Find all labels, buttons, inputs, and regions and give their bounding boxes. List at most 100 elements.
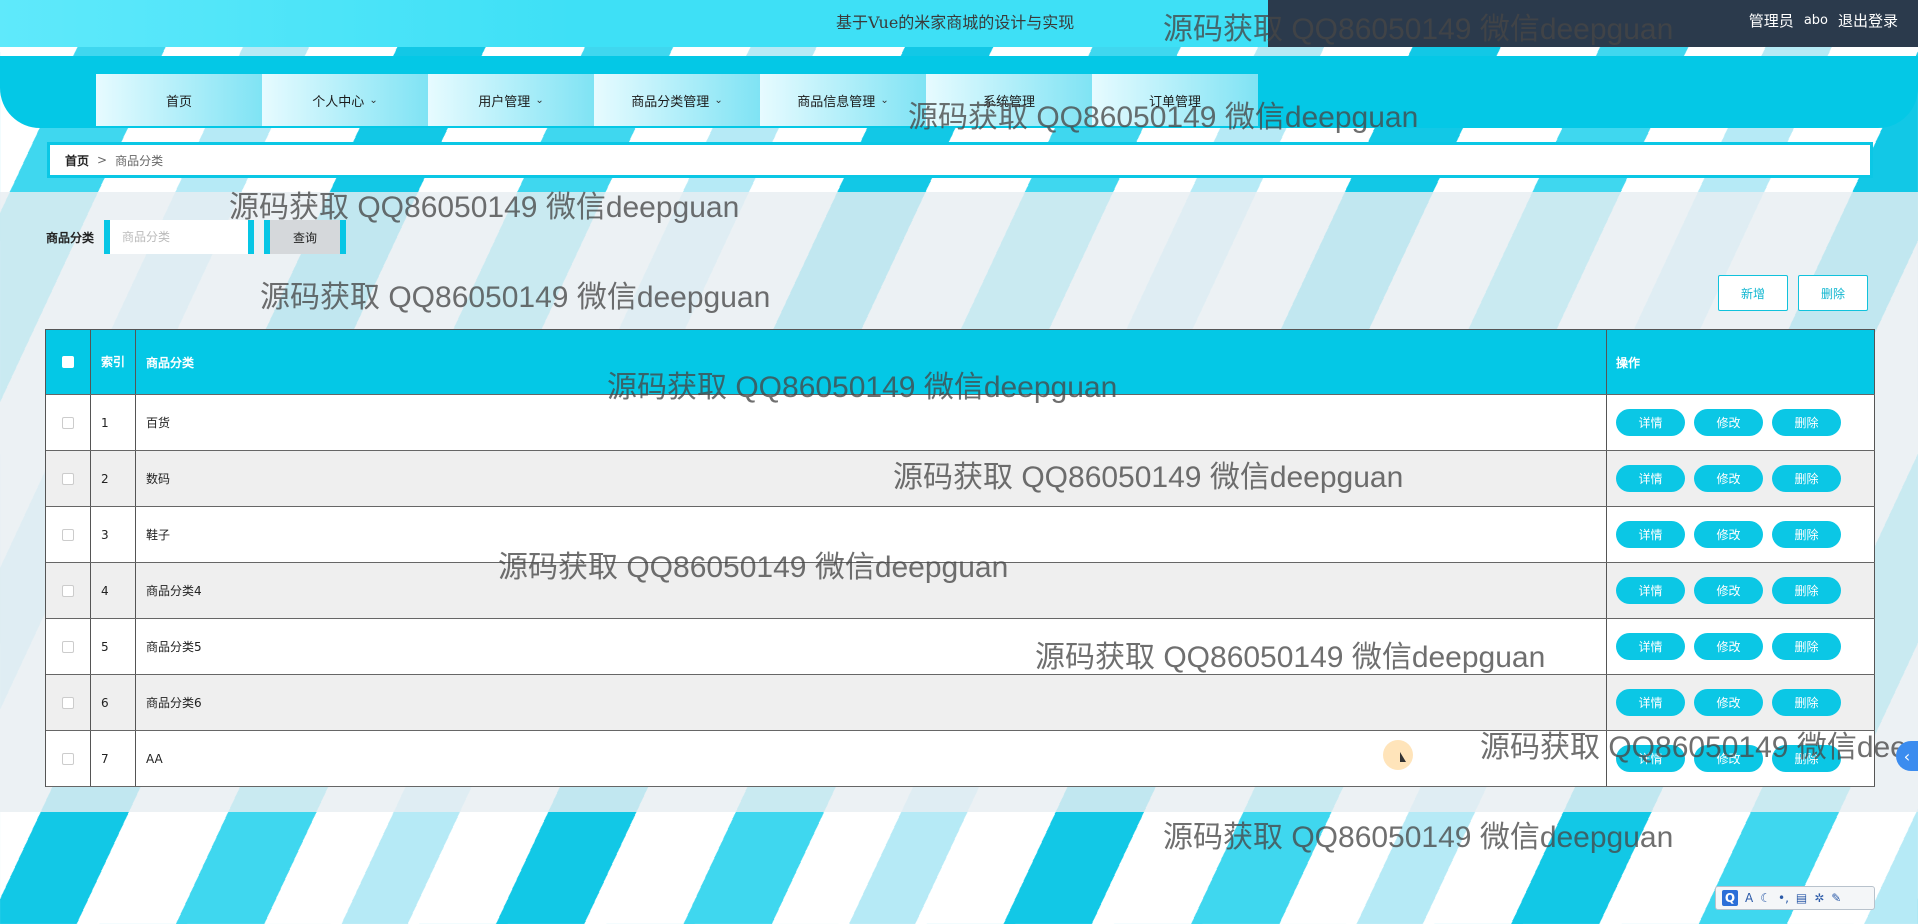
app-title: 基于Vue的米家商城的设计与实现 — [836, 13, 1075, 32]
nav-item-1[interactable]: 个人中心 ⌄ — [262, 74, 428, 126]
nav-item-label: 系统管理 — [982, 94, 1035, 110]
nav-item-3[interactable]: 商品分类管理 ⌄ — [594, 74, 760, 126]
row-index: 6 — [91, 675, 136, 730]
search-row: 商品分类 查询 — [46, 220, 347, 254]
detail-button[interactable]: 详情 — [1616, 521, 1685, 548]
row-category-name: 鞋子 — [136, 507, 1607, 562]
query-button[interactable]: 查询 — [264, 220, 347, 254]
delete-button[interactable]: 删除 — [1772, 465, 1841, 492]
row-checkbox[interactable] — [62, 528, 74, 541]
ime-settings-icon: ✲ — [1814, 891, 1825, 905]
row-category-name: 百货 — [136, 395, 1607, 450]
nav-item-label: 首页 — [165, 94, 192, 110]
detail-button[interactable]: 详情 — [1616, 465, 1685, 492]
table-row: 7 AA 详情 修改 删除 — [46, 731, 1875, 787]
user-role: 管理员 — [1748, 12, 1794, 30]
delete-button[interactable]: 删除 — [1772, 521, 1841, 548]
row-category-name: 商品分类5 — [136, 619, 1607, 674]
header-index: 索引 — [91, 330, 136, 394]
user-panel: 管理员 abo 退出登录 — [1268, 0, 1918, 47]
detail-button[interactable]: 详情 — [1616, 689, 1685, 716]
row-checkbox[interactable] — [62, 584, 74, 597]
row-index: 7 — [91, 731, 136, 786]
ime-keyboard-icon: ▤ — [1795, 891, 1808, 905]
table-row: 4 商品分类4 详情 修改 删除 — [46, 563, 1875, 619]
row-index: 5 — [91, 619, 136, 674]
row-index: 4 — [91, 563, 136, 618]
nav-item-label: 商品信息管理 — [797, 94, 876, 110]
nav-item-2[interactable]: 用户管理 ⌄ — [428, 74, 594, 126]
chevron-down-icon: ⌄ — [714, 94, 723, 106]
edit-button[interactable]: 修改 — [1694, 745, 1763, 772]
row-checkbox[interactable] — [62, 696, 74, 709]
category-search-input[interactable] — [104, 220, 255, 254]
top-bar: 基于Vue的米家商城的设计与实现 管理员 abo 退出登录 — [0, 0, 1918, 47]
logout-button[interactable]: 退出登录 — [1838, 10, 1898, 31]
breadcrumb-separator-icon: > — [97, 153, 108, 167]
breadcrumb: 首页 > 商品分类 — [47, 142, 1873, 178]
ime-punct-icon: •, — [1777, 891, 1789, 905]
header-operations: 操作 — [1607, 330, 1875, 394]
header-category-name: 商品分类 — [136, 330, 1607, 394]
table-row: 1 百货 详情 修改 删除 — [46, 395, 1875, 451]
nav-item-label: 个人中心 — [312, 94, 365, 110]
row-checkbox[interactable] — [62, 752, 74, 765]
table-row: 5 商品分类5 详情 修改 删除 — [46, 619, 1875, 675]
select-all-checkbox[interactable] — [62, 356, 74, 368]
mouse-cursor-icon — [1383, 740, 1413, 770]
delete-button[interactable]: 删除 — [1772, 745, 1841, 772]
breadcrumb-current: 商品分类 — [115, 153, 164, 168]
username: abo — [1803, 13, 1828, 28]
detail-button[interactable]: 详情 — [1616, 745, 1685, 772]
breadcrumb-home[interactable]: 首页 — [65, 152, 89, 169]
delete-button[interactable]: 删除 — [1772, 409, 1841, 436]
detail-button[interactable]: 详情 — [1616, 577, 1685, 604]
main-content: 商品分类 查询 新增 删除 索引 商品分类 操作 1百货详情修改删除2数码详情修… — [0, 192, 1918, 812]
watermark-text: 源码获取 QQ86050149 微信deepguan — [1163, 821, 1674, 854]
edit-button[interactable]: 修改 — [1694, 465, 1763, 492]
main-nav: 首页 个人中心 ⌄ 用户管理 ⌄ 商品分类管理 ⌄ 商品信息管理 ⌄ 系统管理 订单管理 — [96, 74, 1258, 126]
edit-button[interactable]: 修改 — [1694, 689, 1763, 716]
detail-button[interactable]: 详情 — [1616, 409, 1685, 436]
row-checkbox[interactable] — [62, 472, 74, 485]
delete-button[interactable]: 删除 — [1772, 577, 1841, 604]
ime-moon-icon: ☾ — [1760, 891, 1771, 905]
delete-button[interactable]: 删除 — [1772, 633, 1841, 660]
nav-item-label: 用户管理 — [478, 94, 531, 110]
edit-button[interactable]: 修改 — [1694, 409, 1763, 436]
row-checkbox[interactable] — [62, 416, 74, 429]
main-nav-bar: 首页 个人中心 ⌄ 用户管理 ⌄ 商品分类管理 ⌄ 商品信息管理 ⌄ 系统管理 订单管理 — [0, 56, 1918, 128]
delete-button[interactable]: 删除 — [1772, 689, 1841, 716]
row-checkbox[interactable] — [62, 640, 74, 653]
add-button[interactable]: 新增 — [1718, 275, 1788, 311]
nav-item-0[interactable]: 首页 — [96, 74, 262, 126]
nav-item-label: 商品分类管理 — [631, 94, 710, 110]
edit-button[interactable]: 修改 — [1694, 521, 1763, 548]
nav-item-6[interactable]: 订单管理 — [1092, 74, 1258, 126]
row-category-name: 数码 — [136, 451, 1607, 506]
category-table: 索引 商品分类 操作 1 百货 详情 修改 删除 2 数码 详情 修改 删除 3 鞋子 详情 修改 删除 4 商… — [45, 329, 1875, 787]
edit-button[interactable]: 修改 — [1694, 633, 1763, 660]
row-index: 2 — [91, 451, 136, 506]
chevron-down-icon: ⌄ — [535, 94, 544, 106]
table-row: 3 鞋子 详情 修改 删除 — [46, 507, 1875, 563]
chevron-down-icon: ⌄ — [369, 94, 378, 106]
batch-delete-button[interactable]: 删除 — [1798, 275, 1868, 311]
edit-button[interactable]: 修改 — [1694, 577, 1763, 604]
table-row: 6 商品分类6 详情 修改 删除 — [46, 675, 1875, 731]
action-buttons: 新增 删除 — [1718, 275, 1868, 311]
row-category-name: 商品分类4 — [136, 563, 1607, 618]
ime-tool-icon: ✎ — [1831, 891, 1842, 905]
nav-item-5[interactable]: 系统管理 — [926, 74, 1092, 126]
row-index: 1 — [91, 395, 136, 450]
ime-mode-icon: A — [1745, 891, 1754, 905]
side-collapse-toggle[interactable]: ‹ — [1896, 741, 1918, 771]
nav-item-4[interactable]: 商品信息管理 ⌄ — [760, 74, 926, 126]
ime-logo-icon: Q — [1722, 890, 1738, 906]
table-row: 2 数码 详情 修改 删除 — [46, 451, 1875, 507]
ime-toolbar[interactable]: Q A ☾ •, ▤ ✲ ✎ — [1715, 886, 1875, 910]
row-index: 3 — [91, 507, 136, 562]
table-header-row: 索引 商品分类 操作 — [46, 330, 1875, 395]
detail-button[interactable]: 详情 — [1616, 633, 1685, 660]
row-category-name: 商品分类6 — [136, 675, 1607, 730]
